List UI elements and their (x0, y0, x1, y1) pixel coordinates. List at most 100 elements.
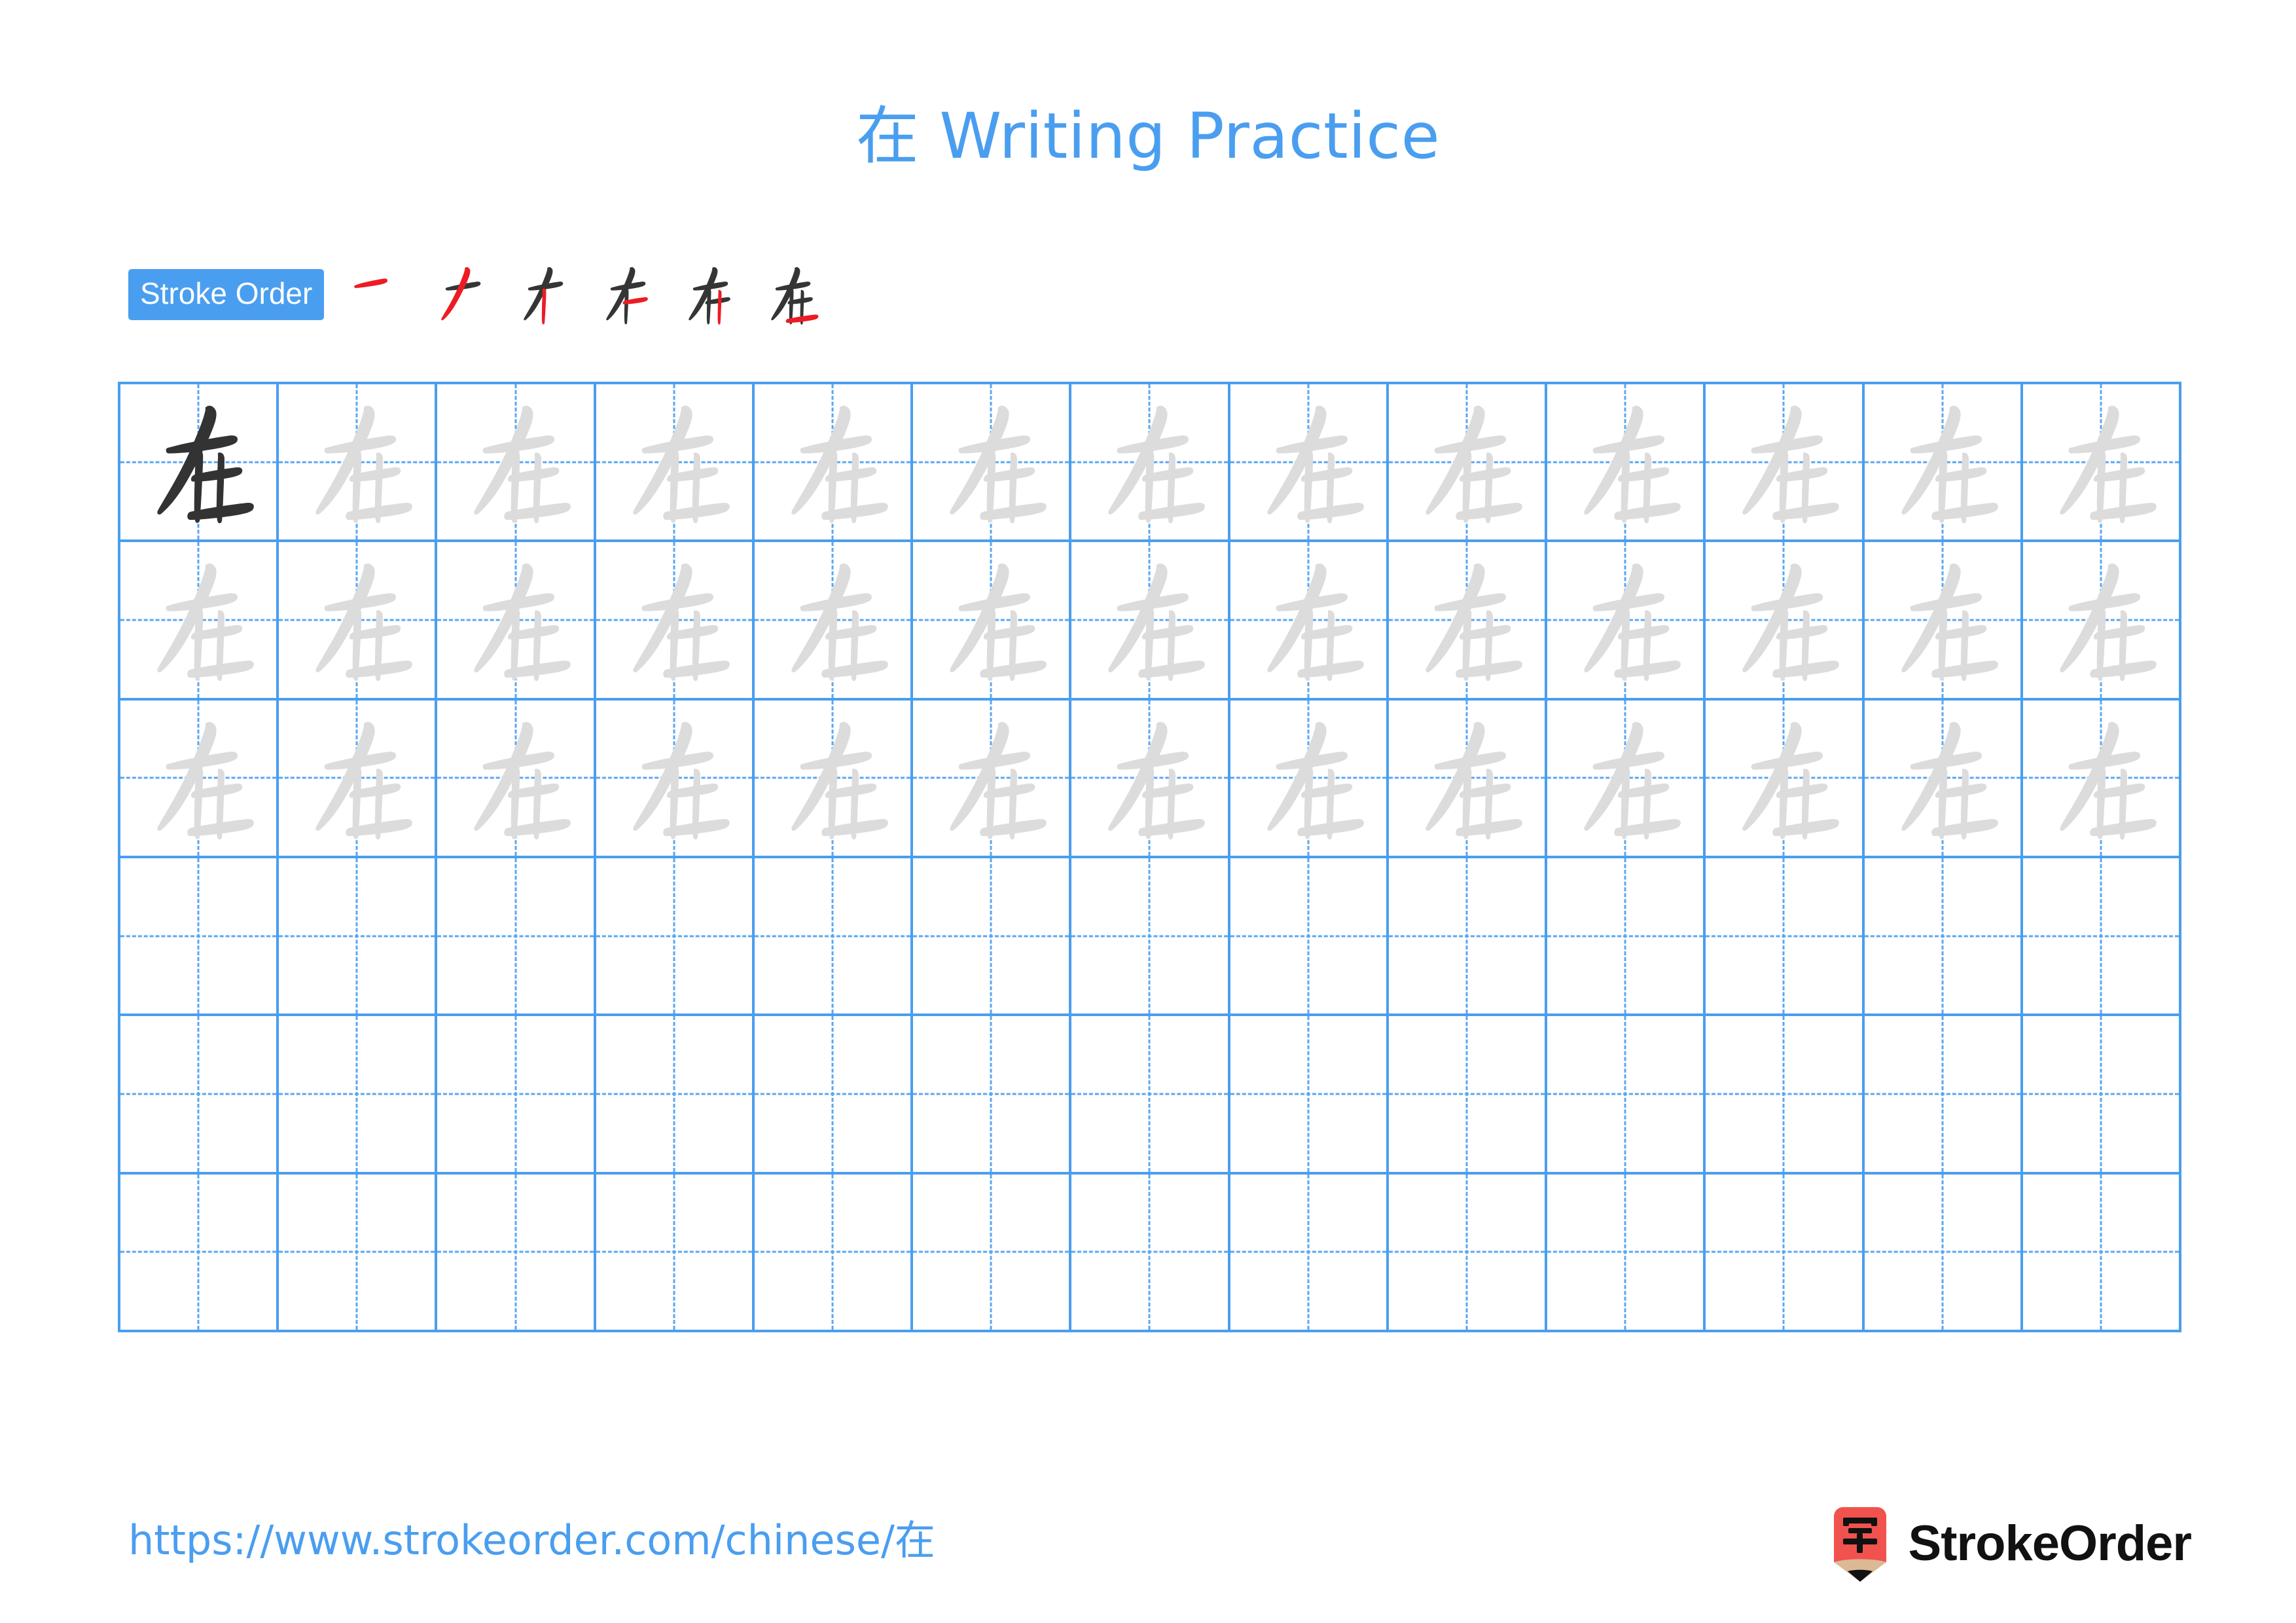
practice-cell-r5-c7[interactable] (1071, 1016, 1230, 1175)
practice-cell-r4-c13[interactable] (2022, 858, 2181, 1017)
practice-cell-r4-c6[interactable] (913, 858, 1072, 1017)
practice-cell-r6-c2[interactable] (279, 1174, 438, 1332)
practice-cell-r6-c6[interactable] (913, 1174, 1072, 1332)
practice-cell-r1-c8[interactable] (1230, 384, 1389, 543)
practice-cell-r6-c13[interactable] (2022, 1174, 2181, 1332)
practice-cell-r3-c11[interactable] (1706, 700, 1865, 858)
practice-cell-r2-c13[interactable] (2022, 542, 2181, 701)
practice-cell-r2-c10[interactable] (1547, 542, 1706, 701)
practice-cell-r3-c7[interactable] (1071, 700, 1230, 858)
trace-character (1071, 384, 1227, 539)
practice-cell-r4-c8[interactable] (1230, 858, 1389, 1017)
practice-cell-r2-c4[interactable] (596, 542, 755, 701)
practice-cell-r4-c9[interactable] (1388, 858, 1548, 1017)
practice-cell-r1-c7[interactable] (1071, 384, 1230, 543)
practice-cell-r5-c2[interactable] (279, 1016, 438, 1175)
practice-cell-r4-c4[interactable] (596, 858, 755, 1017)
stroke-order-section: Stroke Order (128, 255, 836, 334)
practice-cell-r3-c3[interactable] (437, 700, 596, 858)
practice-cell-r6-c7[interactable] (1071, 1174, 1230, 1332)
practice-cell-r1-c6[interactable] (913, 384, 1072, 543)
practice-cell-r2-c1[interactable] (120, 542, 279, 701)
practice-cell-r6-c10[interactable] (1547, 1174, 1706, 1332)
practice-cell-r6-c1[interactable] (120, 1174, 279, 1332)
stroke-step-2-icon (423, 257, 499, 333)
practice-cell-r3-c2[interactable] (279, 700, 438, 858)
practice-cell-r2-c6[interactable] (913, 542, 1072, 701)
practice-cell-r1-c12[interactable] (1864, 384, 2023, 543)
trace-character (913, 542, 1069, 697)
brand-logo[interactable]: StrokeOrder (1826, 1498, 2192, 1590)
trace-character (1865, 542, 2020, 697)
trace-character (279, 701, 435, 856)
trace-character (913, 701, 1069, 856)
practice-cell-r5-c11[interactable] (1706, 1016, 1865, 1175)
practice-cell-r6-c12[interactable] (1864, 1174, 2023, 1332)
source-url-text: https://www.strokeorder.com/chinese/在 (128, 1516, 935, 1564)
practice-cell-r6-c4[interactable] (596, 1174, 755, 1332)
source-url[interactable]: https://www.strokeorder.com/chinese/在 (128, 1520, 935, 1561)
stroke-order-sequence (341, 257, 836, 333)
practice-cell-r4-c5[interactable] (754, 858, 914, 1017)
practice-cell-r6-c8[interactable] (1230, 1174, 1389, 1332)
practice-cell-r5-c13[interactable] (2022, 1016, 2181, 1175)
trace-character (755, 701, 910, 856)
practice-cell-r6-c5[interactable] (754, 1174, 914, 1332)
practice-cell-r1-c3[interactable] (437, 384, 596, 543)
trace-character (437, 542, 593, 697)
practice-cell-r4-c11[interactable] (1706, 858, 1865, 1017)
practice-grid (118, 382, 2181, 1332)
stroke-step-5-icon (671, 257, 747, 333)
practice-cell-r1-c10[interactable] (1547, 384, 1706, 543)
trace-character (1230, 384, 1386, 539)
trace-character (1230, 542, 1386, 697)
practice-cell-r5-c9[interactable] (1388, 1016, 1548, 1175)
practice-cell-r3-c6[interactable] (913, 700, 1072, 858)
practice-cell-r2-c3[interactable] (437, 542, 596, 701)
practice-cell-r4-c7[interactable] (1071, 858, 1230, 1017)
practice-cell-r5-c6[interactable] (913, 1016, 1072, 1175)
practice-cell-r3-c1[interactable] (120, 700, 279, 858)
practice-cell-r2-c9[interactable] (1388, 542, 1548, 701)
brand-name: StrokeOrder (1908, 1516, 2192, 1571)
trace-character (2023, 384, 2179, 539)
practice-cell-r5-c5[interactable] (754, 1016, 914, 1175)
practice-cell-r2-c7[interactable] (1071, 542, 1230, 701)
practice-cell-r2-c8[interactable] (1230, 542, 1389, 701)
practice-cell-r5-c12[interactable] (1864, 1016, 2023, 1175)
practice-cell-r3-c4[interactable] (596, 700, 755, 858)
practice-cell-r3-c9[interactable] (1388, 700, 1548, 858)
practice-cell-r2-c12[interactable] (1864, 542, 2023, 701)
practice-cell-r5-c1[interactable] (120, 1016, 279, 1175)
practice-cell-r5-c3[interactable] (437, 1016, 596, 1175)
practice-cell-r4-c10[interactable] (1547, 858, 1706, 1017)
trace-character (1389, 701, 1545, 856)
practice-cell-r1-c2[interactable] (279, 384, 438, 543)
practice-cell-r3-c13[interactable] (2022, 700, 2181, 858)
practice-cell-r6-c3[interactable] (437, 1174, 596, 1332)
stroke-order-badge: Stroke Order (128, 269, 325, 320)
practice-cell-r3-c10[interactable] (1547, 700, 1706, 858)
practice-cell-r4-c12[interactable] (1864, 858, 2023, 1017)
practice-cell-r6-c11[interactable] (1706, 1174, 1865, 1332)
practice-cell-r5-c4[interactable] (596, 1016, 755, 1175)
practice-cell-r1-c1[interactable] (120, 384, 279, 543)
practice-cell-r6-c9[interactable] (1388, 1174, 1548, 1332)
practice-cell-r4-c1[interactable] (120, 858, 279, 1017)
practice-cell-r1-c9[interactable] (1388, 384, 1548, 543)
stroke-step-1-icon (341, 257, 417, 333)
practice-cell-r2-c11[interactable] (1706, 542, 1865, 701)
practice-cell-r2-c5[interactable] (754, 542, 914, 701)
practice-cell-r1-c5[interactable] (754, 384, 914, 543)
practice-cell-r5-c8[interactable] (1230, 1016, 1389, 1175)
practice-cell-r3-c8[interactable] (1230, 700, 1389, 858)
practice-cell-r1-c11[interactable] (1706, 384, 1865, 543)
practice-cell-r3-c12[interactable] (1864, 700, 2023, 858)
practice-cell-r1-c13[interactable] (2022, 384, 2181, 543)
practice-cell-r4-c3[interactable] (437, 858, 596, 1017)
practice-cell-r1-c4[interactable] (596, 384, 755, 543)
practice-cell-r3-c5[interactable] (754, 700, 914, 858)
practice-cell-r4-c2[interactable] (279, 858, 438, 1017)
practice-cell-r2-c2[interactable] (279, 542, 438, 701)
practice-cell-r5-c10[interactable] (1547, 1016, 1706, 1175)
